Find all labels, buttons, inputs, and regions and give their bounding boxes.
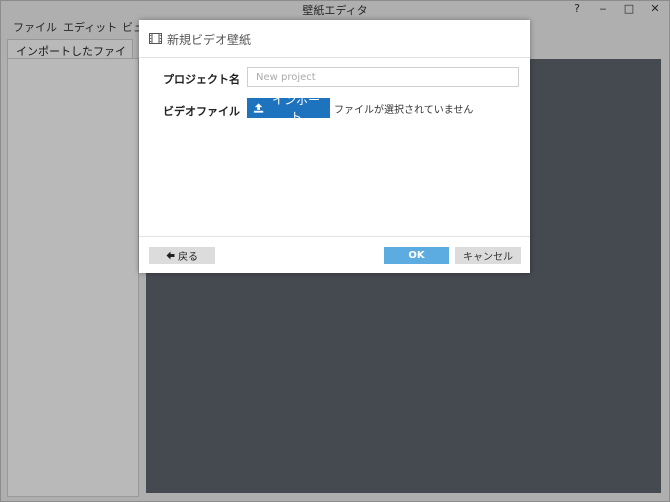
upload-icon bbox=[253, 103, 264, 113]
dialog-footer: 戻る OK キャンセル bbox=[139, 236, 530, 274]
import-button-label: インポート bbox=[272, 93, 321, 124]
back-button-label: 戻る bbox=[178, 252, 198, 263]
project-name-input[interactable] bbox=[247, 67, 519, 87]
film-icon bbox=[149, 33, 162, 44]
dialog-title: 新規ビデオ壁紙 bbox=[167, 33, 252, 47]
back-button[interactable]: 戻る bbox=[149, 247, 215, 264]
dialog-header: 新規ビデオ壁紙 bbox=[139, 20, 530, 58]
cancel-button[interactable]: キャンセル bbox=[455, 247, 521, 264]
import-button[interactable]: インポート bbox=[247, 93, 330, 124]
new-video-wallpaper-dialog: 新規ビデオ壁紙 プロジェクト名 ビデオファイル インポート ファイルが選択されて… bbox=[139, 20, 530, 273]
no-file-selected-text: ファイルが選択されていません bbox=[334, 105, 474, 116]
arrow-left-icon bbox=[166, 251, 175, 260]
video-file-label: ビデオファイル bbox=[163, 105, 240, 118]
ok-button[interactable]: OK bbox=[384, 247, 449, 264]
project-name-label: プロジェクト名 bbox=[163, 73, 240, 86]
